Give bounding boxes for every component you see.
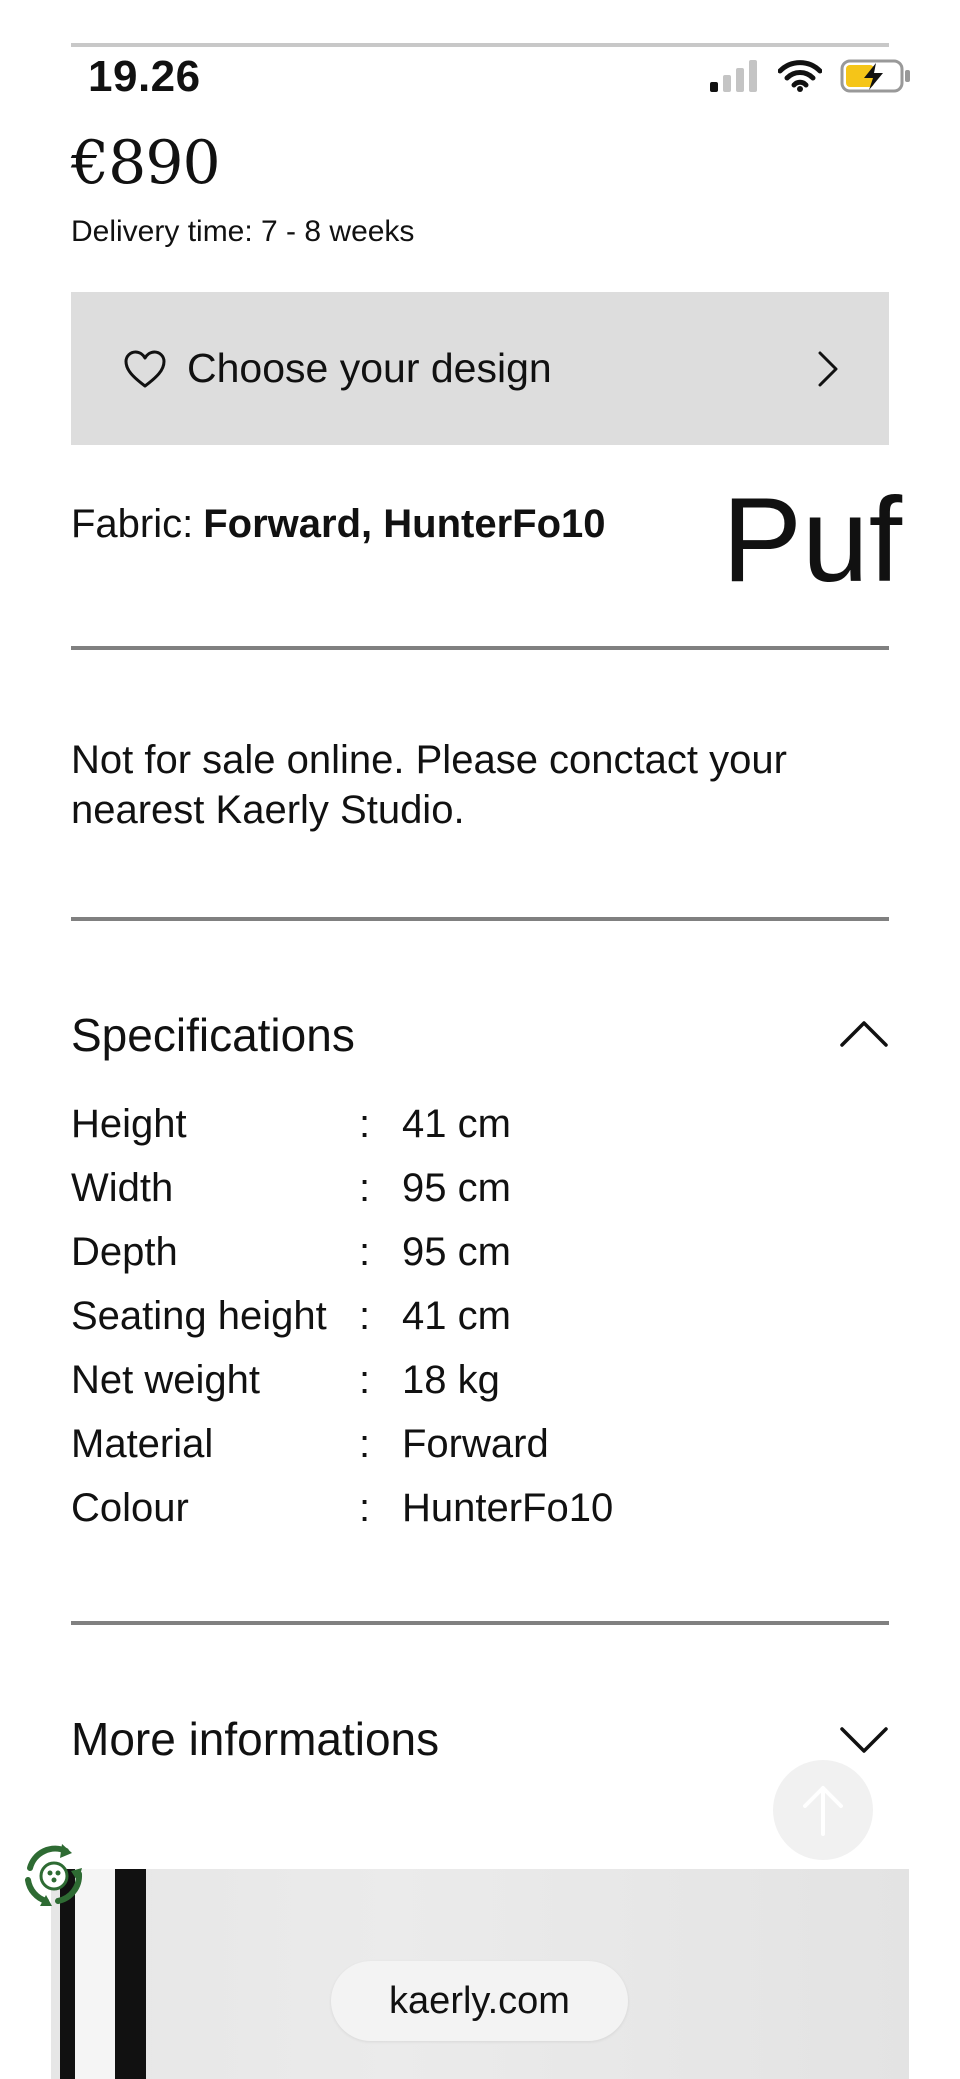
signal-icon xyxy=(710,60,757,92)
spec-separator: : xyxy=(359,1422,371,1466)
choose-design-label: Choose your design xyxy=(187,345,552,391)
fabric-info: Fabric: Forward, HunterFo10 xyxy=(71,502,606,547)
spec-row-depth: Depth : 95 cm xyxy=(71,1230,613,1294)
scroll-to-top-button[interactable] xyxy=(773,1760,873,1860)
spec-separator: : xyxy=(359,1294,371,1338)
product-price: €890 xyxy=(71,128,221,198)
wifi-icon xyxy=(778,60,822,92)
product-title-fragment: Puf xyxy=(722,473,903,607)
status-time: 19.26 xyxy=(88,52,201,101)
spec-value: 18 kg xyxy=(402,1358,500,1402)
status-icons xyxy=(710,56,912,96)
specifications-table: Height : 41 cm Width : 95 cm Depth : 95 … xyxy=(71,1102,613,1550)
fabric-value: Forward, HunterFo10 xyxy=(203,502,606,546)
chevron-up-icon[interactable] xyxy=(839,1018,889,1048)
divider xyxy=(71,646,889,650)
browser-url-bar[interactable]: kaerly.com xyxy=(331,1961,628,2041)
spec-value: 95 cm xyxy=(402,1230,511,1274)
specifications-title[interactable]: Specifications xyxy=(71,1008,355,1062)
spec-value: HunterFo10 xyxy=(402,1486,614,1530)
divider xyxy=(71,917,889,921)
more-informations-title[interactable]: More informations xyxy=(71,1712,439,1766)
divider xyxy=(71,1621,889,1625)
spec-value: 95 cm xyxy=(402,1166,511,1210)
availability-notice: Not for sale online. Please conctact you… xyxy=(71,738,787,832)
spec-label: Seating height xyxy=(71,1294,327,1338)
spec-row-colour: Colour : HunterFo10 xyxy=(71,1486,613,1550)
fabric-label: Fabric: xyxy=(71,502,194,546)
spec-label: Net weight xyxy=(71,1358,260,1402)
spec-label: Height xyxy=(71,1102,187,1146)
delivery-time: Delivery time: 7 - 8 weeks xyxy=(71,215,415,248)
spec-separator: : xyxy=(359,1102,371,1146)
spec-value: Forward xyxy=(402,1422,549,1466)
spec-value: 41 cm xyxy=(402,1102,511,1146)
spec-row-seating-height: Seating height : 41 cm xyxy=(71,1294,613,1358)
spec-row-material: Material : Forward xyxy=(71,1422,613,1486)
spec-label: Depth xyxy=(71,1230,178,1274)
spec-row-height: Height : 41 cm xyxy=(71,1102,613,1166)
heart-icon xyxy=(124,350,166,387)
recycle-icon[interactable] xyxy=(16,1838,92,1914)
spec-separator: : xyxy=(359,1166,371,1210)
spec-separator: : xyxy=(359,1230,371,1274)
spec-value: 41 cm xyxy=(402,1294,511,1338)
spec-label: Width xyxy=(71,1166,174,1210)
spec-label: Material xyxy=(71,1422,214,1466)
spec-separator: : xyxy=(359,1486,371,1530)
chevron-right-icon xyxy=(818,351,838,386)
spec-separator: : xyxy=(359,1358,371,1402)
arrow-up-icon xyxy=(803,1786,843,1836)
battery-charging-icon xyxy=(840,59,910,93)
chevron-down-icon[interactable] xyxy=(839,1726,889,1756)
spec-label: Colour xyxy=(71,1486,189,1530)
top-divider xyxy=(71,43,889,47)
choose-design-button[interactable]: Choose your design xyxy=(71,292,889,445)
spec-row-width: Width : 95 cm xyxy=(71,1166,613,1230)
spec-row-net-weight: Net weight : 18 kg xyxy=(71,1358,613,1422)
